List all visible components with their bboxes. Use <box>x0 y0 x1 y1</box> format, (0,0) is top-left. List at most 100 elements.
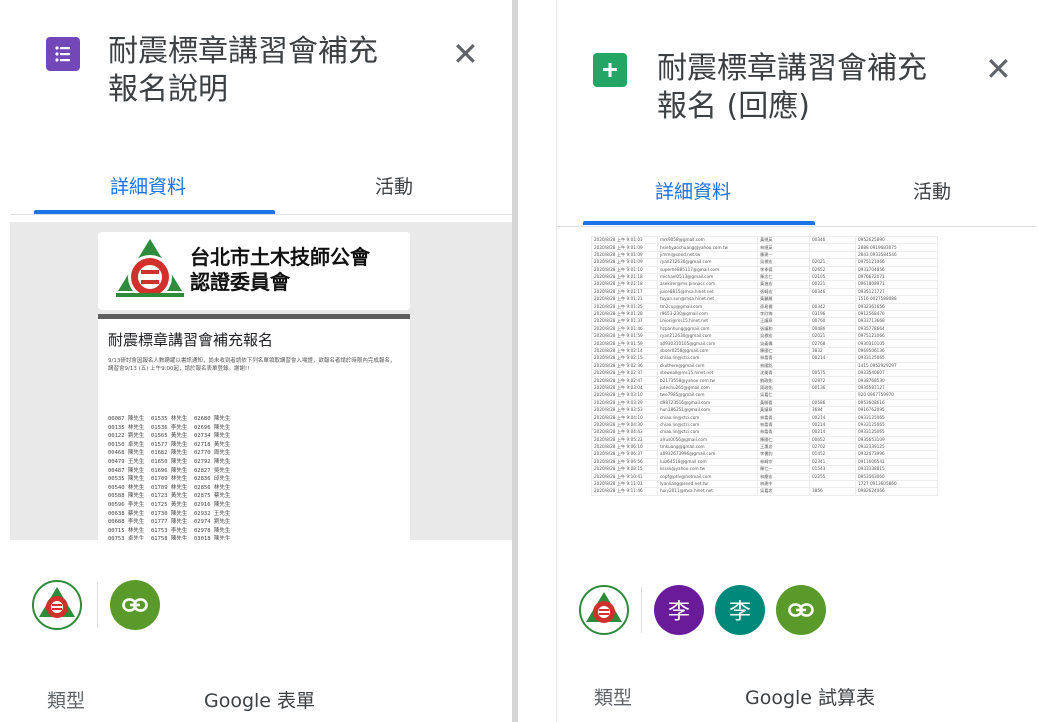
table-cell: 0935778664 <box>855 324 938 334</box>
table-cell: 00221 <box>809 280 856 289</box>
table-cell: 3684 <box>809 405 856 415</box>
table-cell: 2020/8/28 上午 9:02:47 <box>591 376 658 385</box>
file-preview[interactable]: 台北市土木技師公會 認證委員會 耐震標章講習會補充報名 9/13研討會因報名人數… <box>10 222 512 540</box>
table-row: 2020/8/28 上午 9:02:36 ckuthere@gmail.com 林國… <box>591 361 938 371</box>
table-cell: 孫易儒 <box>757 302 810 311</box>
form-header-banner: 台北市土木技師公會 認證委員會 <box>98 232 410 310</box>
organization-name: 台北市土木技師公會 認證委員會 <box>190 245 370 295</box>
link-sharing-button[interactable] <box>776 585 826 635</box>
table-cell: 2020/8/28 上午 9:02:37 <box>591 369 658 378</box>
table-cell: 2020/8/28 上午 9:01:18 <box>591 272 658 282</box>
spreadsheet-preview[interactable]: 2020/8/28 上午 9:01:03 mrs9058@gmail.com 黃總英… <box>591 236 1001 542</box>
table-row: 2020/8/28 上午 9:11:46 huiy2011@msa.hinet.n… <box>591 487 938 496</box>
tab-details[interactable]: 詳細資料 <box>110 172 186 199</box>
table-cell: 林慶宏 <box>757 472 810 481</box>
table-row: 2020/8/28 上午 9:01:09 ryan212630@gmail.com… <box>591 258 938 267</box>
table-cell: 2020/8/28 上午 9:06:10 <box>591 442 658 452</box>
table-cell: 0932361656 <box>855 302 938 311</box>
table-cell: 林喬青 <box>757 413 810 422</box>
table-cell: luiz64518@gmail.com <box>657 457 758 467</box>
table-cell: 00760 <box>809 317 856 326</box>
table-cell: a0930310105@gmail.com <box>657 339 758 348</box>
table-cell: 2020/8/28 上午 9:06:56 <box>591 457 658 467</box>
table-cell: 00346 <box>809 287 856 297</box>
table-cell: 林崎宗 <box>757 457 810 467</box>
table-cell: 2020/8/28 上午 9:03:04 <box>591 383 658 393</box>
table-cell: 陳國仁 <box>757 346 810 356</box>
table-row: 2020/8/28 上午 9:05:22 alrus0056@gmail.com 陳… <box>591 435 938 444</box>
table-cell: 李季德 <box>757 265 810 274</box>
table-cell: 02652 <box>809 265 856 274</box>
table-row: 2020/8/28 上午 9:01:28 r9653-230@gmail.com 李… <box>591 309 938 319</box>
tab-activity[interactable]: 活動 <box>375 172 413 199</box>
table-cell: 00214 <box>809 428 856 437</box>
table-cell: 陳建一 <box>757 250 810 260</box>
table-cell: 林建中 <box>757 479 810 489</box>
close-icon[interactable]: ✕ <box>452 38 479 70</box>
table-cell: 00214 <box>809 420 856 430</box>
close-icon[interactable]: ✕ <box>985 53 1012 85</box>
roster-line: 00588 陳先生 01723 黃先生 02875 蔡先生 <box>108 493 231 500</box>
table-cell: 黃總英 <box>757 236 810 245</box>
table-cell: 2020/8/28 上午 9:03:10 <box>591 391 658 400</box>
table-cell: 0916762095 <box>855 405 938 415</box>
type-label: 類型 <box>594 687 633 709</box>
table-row: 2020/8/28 上午 9:01:18 asekirer@ms.pinnacc.… <box>591 280 938 289</box>
table-row: 2020/8/28 上午 9:01:09 hsiehyaochuang@yahoo… <box>591 243 938 252</box>
editor-avatar-2[interactable]: 李 <box>715 585 765 635</box>
tab-divider <box>557 226 1036 227</box>
link-sharing-button[interactable] <box>110 580 160 630</box>
tab-details[interactable]: 詳細資料 <box>655 177 731 204</box>
table-cell: 02872 <box>809 376 856 385</box>
table-row: 2020/8/28 上午 9:02:37 steweall@ms15.hinet.… <box>591 369 938 378</box>
table-cell: 2020/8/28 上午 9:01:21 <box>591 295 658 304</box>
type-value: Google 表單 <box>204 690 316 712</box>
table-cell <box>809 361 856 371</box>
organization-name-line1: 台北市土木技師公會 <box>190 245 370 269</box>
table-cell: 00214 <box>809 354 856 363</box>
table-cell: 0933125065 <box>855 354 938 363</box>
table-cell: 02255 <box>809 472 856 481</box>
table-cell: chiao.lin@ctci.com <box>657 420 758 430</box>
table-cell: 王議章 <box>757 317 810 326</box>
table-cell: 0961808971 <box>855 280 938 289</box>
roster-line: 00540 林先生 01709 林先生 02856 林先生 <box>108 484 231 491</box>
table-cell: 02341 <box>809 457 856 467</box>
file-title: 耐震標章講習會補充 報名 (回應) <box>657 50 927 126</box>
table-row: 2020/8/28 上午 9:01:17 juice8815@msa.hinet.… <box>591 287 938 297</box>
table-cell: 2020/8/28 上午 9:03:53 <box>591 405 658 415</box>
table-cell: 2843 0933584546 <box>855 250 938 260</box>
owner-avatar[interactable] <box>32 580 82 630</box>
table-row: 2020/8/28 上午 9:01:10 superhe885117@gmail.… <box>591 265 938 274</box>
tab-activity[interactable]: 活動 <box>913 177 951 204</box>
table-cell: 920 0967759970 <box>855 391 938 400</box>
table-cell: 0975121066 <box>855 258 938 267</box>
table-cell: 0932673996 <box>855 450 938 459</box>
owner-avatar[interactable] <box>579 585 629 635</box>
table-row: 2020/8/28 上午 9:02:15 chiao.lin@ctci.com 林喬… <box>591 354 938 363</box>
table-cell: 2020/8/28 上午 9:04:43 <box>591 428 658 437</box>
table-cell: 00652 <box>809 435 856 444</box>
tab-divider <box>10 214 512 215</box>
table-cell: 2020/8/28 上午 9:10:41 <box>591 472 658 481</box>
table-cell: 0932339125 <box>855 442 938 452</box>
organization-logo <box>116 237 184 305</box>
table-cell: tm2cup@gmail.com <box>657 302 758 311</box>
table-cell: 黃麗雁 <box>757 295 810 304</box>
registration-roster: 00087 陳先生 01535 林先生 02680 陳先生 00135 林先生 0… <box>108 415 408 540</box>
panel-header: 耐震標章講習會補充 報名說明 ✕ <box>10 0 512 130</box>
roster-line: 00535 陳先生 01709 林先生 02836 邱先生 <box>108 476 231 483</box>
google-forms-icon <box>46 37 80 71</box>
table-cell: 2020/8/28 上午 9:01:28 <box>591 309 658 319</box>
table-cell: 林喬青 <box>757 428 810 437</box>
table-cell: 吳嘉忠 <box>757 487 810 496</box>
table-cell: 吳嘉仁 <box>757 391 810 400</box>
editor-avatar-1[interactable]: 李 <box>654 585 704 635</box>
file-title-line2: 報名說明 <box>108 72 228 107</box>
active-tab-indicator <box>583 221 815 225</box>
roster-line: 00122 劉先生 01565 黃先生 02734 陳先生 <box>108 433 231 440</box>
table-cell: huiy2011@msa.hinet.net <box>657 487 758 496</box>
table-cell: superhe885117@gmail.com <box>657 265 758 274</box>
table-cell: 0976672071 <box>855 272 938 282</box>
table-cell: mrs9058@gmail.com <box>657 236 758 245</box>
